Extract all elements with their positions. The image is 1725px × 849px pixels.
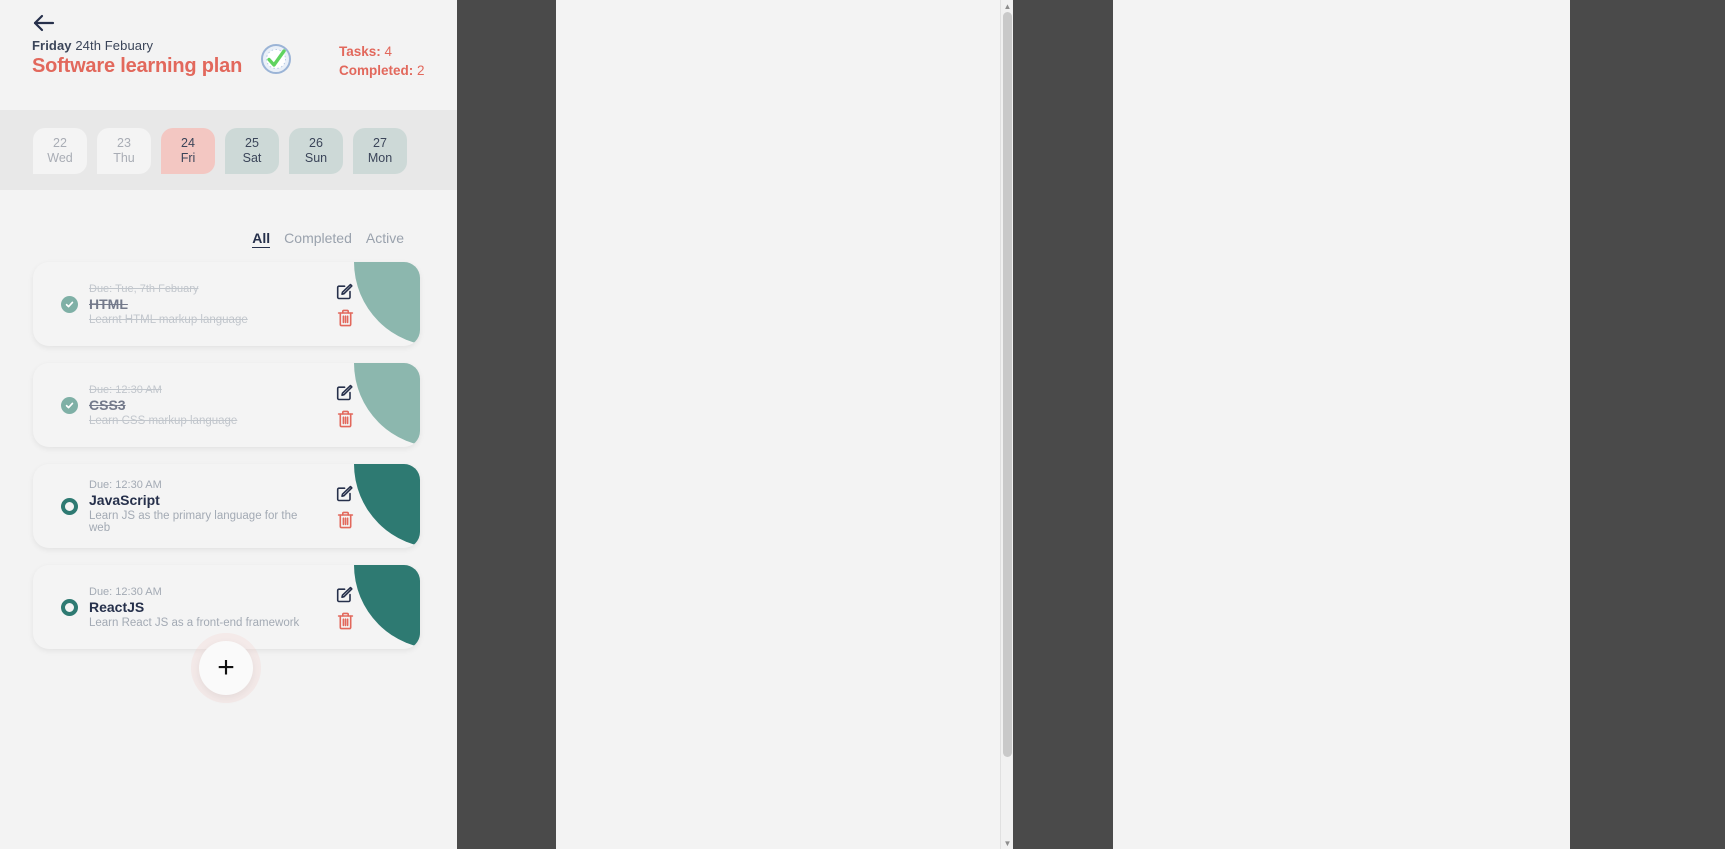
task-name: JavaScript — [89, 491, 160, 508]
task-complete-toggle[interactable] — [61, 295, 78, 313]
edit-icon[interactable] — [336, 585, 354, 603]
task-due: Due: 12:30 AM — [89, 383, 162, 396]
tasks-count: 4 — [384, 44, 393, 59]
day-number: 25 — [245, 136, 259, 150]
day-number: 24 — [181, 136, 195, 150]
day-strip-cell-mon[interactable]: 27 Mon — [353, 128, 407, 174]
clock-check-icon — [259, 42, 293, 76]
filter-all[interactable]: All — [252, 230, 271, 248]
task-due: Due: 12:30 AM — [89, 585, 162, 598]
day-number: 27 — [373, 136, 387, 150]
task-actions — [318, 383, 372, 428]
day-number: 23 — [117, 136, 131, 150]
left-panel-header: Friday 24th Febuary Software learning pl… — [32, 38, 242, 78]
add-task-button[interactable]: + — [199, 641, 253, 695]
modal-scrollbar[interactable]: ▲ ▼ — [1000, 0, 1013, 849]
day-name: Mon — [367, 151, 393, 165]
task-name: HTML — [89, 295, 128, 312]
task-row[interactable]: Due: 12:30 AM CSS3 Learn CSS markup lang… — [33, 363, 420, 447]
task-description: Learnt HTML markup language — [89, 313, 248, 326]
day-name: Fri — [180, 151, 196, 165]
task-row[interactable]: Due: 12:30 AM ReactJS Learn React JS as … — [33, 565, 420, 649]
task-filters: All Completed Active — [252, 230, 404, 248]
edit-task-modal: Study plan Friday 24th Febuary ◀ January… — [1113, 0, 1570, 849]
day-strip-cell-fri[interactable]: 24 Fri — [161, 128, 215, 174]
trash-icon[interactable] — [337, 612, 354, 630]
scroll-down-icon[interactable]: ▼ — [1001, 837, 1013, 849]
task-row[interactable]: Due: 12:30 AM JavaScript Learn JS as the… — [33, 464, 420, 548]
day-number: 26 — [309, 136, 323, 150]
task-due: Due: Tue, 7th Febuary — [89, 282, 199, 295]
task-content: Due: 12:30 AM CSS3 Learn CSS markup lang… — [89, 384, 318, 427]
task-actions — [318, 585, 372, 630]
tasks-label: Tasks: — [339, 44, 381, 59]
day-name: Wed — [47, 151, 73, 165]
task-description: Learn CSS markup language — [89, 414, 238, 427]
day-strip-cell-wed[interactable]: 22 Wed — [33, 128, 87, 174]
task-content: Due: 12:30 AM ReactJS Learn React JS as … — [89, 586, 318, 629]
filter-active[interactable]: Active — [366, 230, 404, 248]
task-list: Due: Tue, 7th Febuary HTML Learnt HTML m… — [0, 262, 457, 666]
task-description: Learn React JS as a front-end framework — [89, 616, 300, 629]
task-actions — [318, 484, 372, 529]
task-complete-toggle[interactable] — [61, 598, 78, 616]
task-name: CSS3 — [89, 396, 126, 413]
edit-icon[interactable] — [336, 484, 354, 502]
scroll-up-icon[interactable]: ▲ — [1001, 0, 1013, 12]
day-strip-cell-thu[interactable]: 23 Thu — [97, 128, 151, 174]
app-root: Friday 24th Febuary Software learning pl… — [0, 0, 1725, 849]
trash-icon[interactable] — [337, 309, 354, 327]
task-stats: Tasks: 4 Completed: 2 — [339, 42, 425, 80]
current-date-rest: 24th Febuary — [71, 38, 154, 53]
task-content: Due: 12:30 AM JavaScript Learn JS as the… — [89, 479, 318, 534]
day-name: Sat — [242, 151, 262, 165]
new-task-modal: ▲ ▼ Software learning plan Tuesday 7th F… — [556, 0, 1013, 849]
day-number: 22 — [53, 136, 67, 150]
task-description: Learn JS as the primary language for the… — [89, 509, 298, 534]
trash-icon[interactable] — [337, 511, 354, 529]
trash-icon[interactable] — [337, 410, 354, 428]
task-row[interactable]: Due: Tue, 7th Febuary HTML Learnt HTML m… — [33, 262, 420, 346]
left-panel: Friday 24th Febuary Software learning pl… — [0, 0, 457, 849]
task-content: Due: Tue, 7th Febuary HTML Learnt HTML m… — [89, 283, 318, 326]
task-name: ReactJS — [89, 598, 145, 615]
day-strip-cell-sun[interactable]: 26 Sun — [289, 128, 343, 174]
day-name: Thu — [113, 151, 135, 165]
current-weekday: Friday — [32, 38, 72, 53]
scrollbar-thumb[interactable] — [1003, 12, 1012, 757]
filter-completed[interactable]: Completed — [284, 230, 352, 248]
edit-icon[interactable] — [336, 383, 354, 401]
task-actions — [318, 282, 372, 327]
arrow-left-icon[interactable] — [31, 10, 59, 36]
edit-icon[interactable] — [336, 282, 354, 300]
day-name: Sun — [304, 151, 328, 165]
completed-count: 2 — [417, 63, 425, 78]
day-strip: 22 Wed 23 Thu 24 Fri 25 Sat 26 Sun 27 Mo… — [0, 110, 457, 190]
current-date: Friday 24th Febuary — [32, 38, 242, 53]
task-due: Due: 12:30 AM — [89, 478, 162, 491]
day-strip-cell-sat[interactable]: 25 Sat — [225, 128, 279, 174]
completed-label: Completed: — [339, 63, 414, 78]
task-complete-toggle[interactable] — [61, 497, 78, 515]
page-title: Software learning plan — [32, 55, 243, 77]
task-complete-toggle[interactable] — [61, 396, 78, 414]
